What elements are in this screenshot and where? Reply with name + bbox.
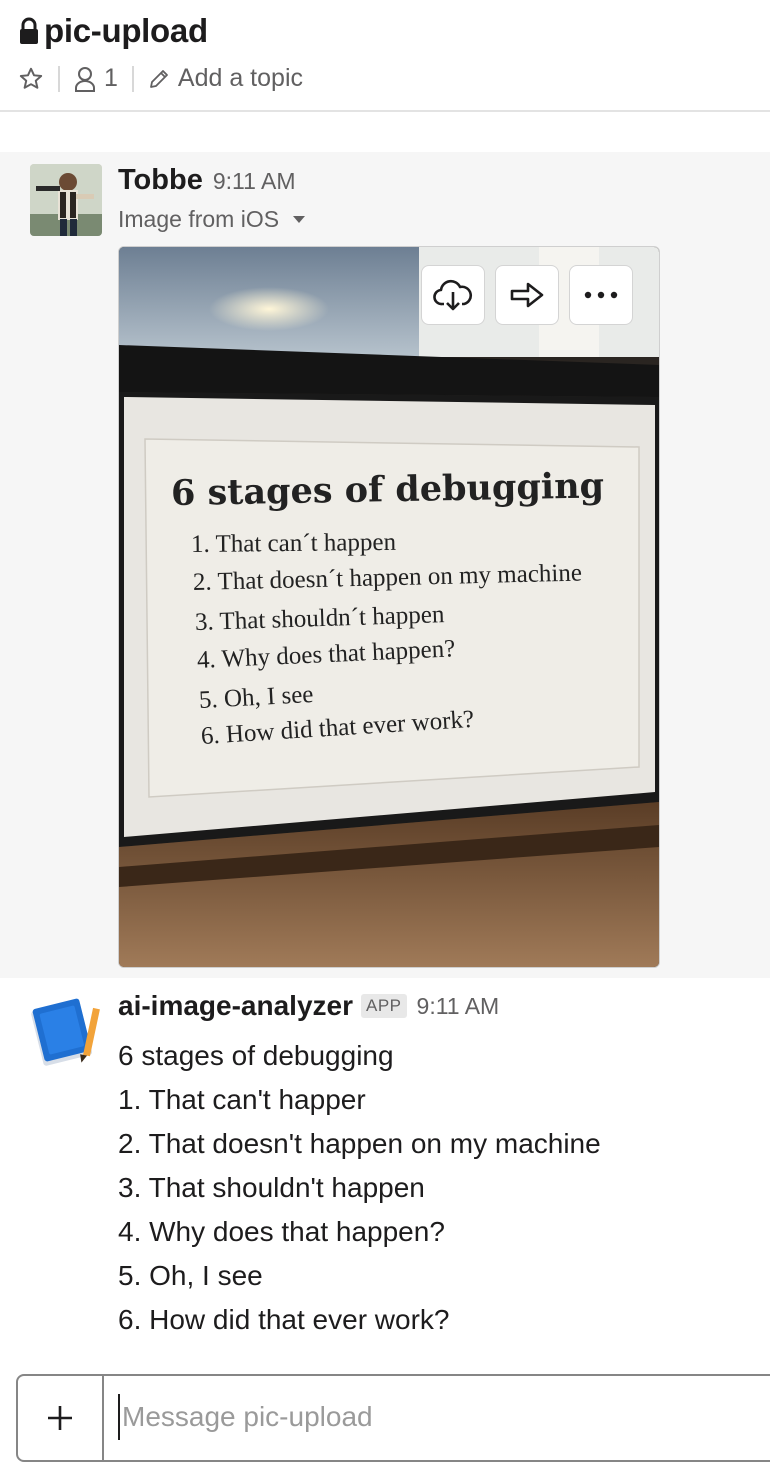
sender-name[interactable]: Tobbe [118, 164, 203, 197]
share-button[interactable] [495, 265, 559, 325]
message-line: 5. Oh, I see [118, 1260, 263, 1291]
add-topic-link[interactable]: Add a topic [148, 64, 303, 93]
star-icon[interactable] [18, 66, 44, 92]
divider [131, 65, 134, 92]
message-header: Tobbe 9:11 AM [118, 164, 296, 197]
app-badge: APP [361, 994, 407, 1018]
attach-button[interactable] [18, 1376, 104, 1460]
message-header: ai-image-analyzer APP 9:11 AM [118, 990, 499, 1022]
channel-title[interactable]: pic-upload [18, 12, 208, 50]
image-actions [411, 265, 633, 325]
member-count-button[interactable]: 1 [74, 64, 118, 93]
channel-header: pic-upload 1 Add a topic [0, 0, 770, 112]
channel-name: pic-upload [44, 12, 208, 49]
message-line: 6. How did that ever work? [118, 1304, 450, 1335]
message-composer [16, 1374, 770, 1462]
image-attachment[interactable]: 6 stages of debugging 1. That can´t happ… [118, 246, 660, 968]
channel-meta: 1 Add a topic [18, 64, 303, 93]
message-line: 6 stages of debugging [118, 1040, 394, 1071]
timestamp[interactable]: 9:11 AM [213, 168, 296, 195]
divider [58, 65, 60, 92]
poster-line: 2. That doesn´t happen on my machine [192, 559, 583, 596]
lock-icon [20, 17, 38, 44]
message-line: 2. That doesn't happen on my machine [118, 1128, 601, 1159]
avatar-image [30, 164, 102, 236]
message-line: 1. That can't happer [118, 1084, 366, 1115]
poster-line: 4. Why does that happen? [196, 635, 456, 674]
more-actions-button[interactable] [569, 265, 633, 325]
pencil-icon [150, 69, 168, 88]
app-avatar[interactable] [30, 994, 102, 1066]
person-icon [75, 66, 95, 92]
share-icon [510, 282, 544, 308]
poster-line: 1. That can´t happen [190, 528, 397, 558]
caret-down-icon [293, 216, 306, 223]
avatar[interactable] [30, 164, 102, 236]
add-topic-label: Add a topic [177, 64, 303, 92]
message-tobbe[interactable]: Tobbe 9:11 AM Image from iOS 6 stages of… [0, 152, 770, 978]
download-icon [433, 279, 473, 311]
poster-text: 6 stages of debugging 1. That can´t happ… [119, 247, 659, 967]
file-name: Image from iOS [118, 206, 280, 232]
message-input[interactable] [118, 1394, 722, 1440]
download-button[interactable] [421, 265, 485, 325]
more-icon [584, 291, 618, 299]
message-line: 3. That shouldn't happen [118, 1172, 425, 1203]
poster-line: 3. That shouldn´t happen [194, 601, 445, 636]
poster-line: 5. Oh, I see [198, 681, 315, 714]
message-line: 4. Why does that happen? [118, 1216, 445, 1247]
poster-title: 6 stages of debugging [170, 465, 605, 514]
timestamp[interactable]: 9:11 AM [417, 993, 500, 1020]
member-count: 1 [104, 64, 118, 92]
file-title[interactable]: Image from iOS [118, 206, 306, 233]
sender-name[interactable]: ai-image-analyzer [118, 990, 353, 1022]
plus-icon [48, 1406, 72, 1430]
message-body: 6 stages of debugging 1. That can't happ… [118, 1034, 601, 1342]
